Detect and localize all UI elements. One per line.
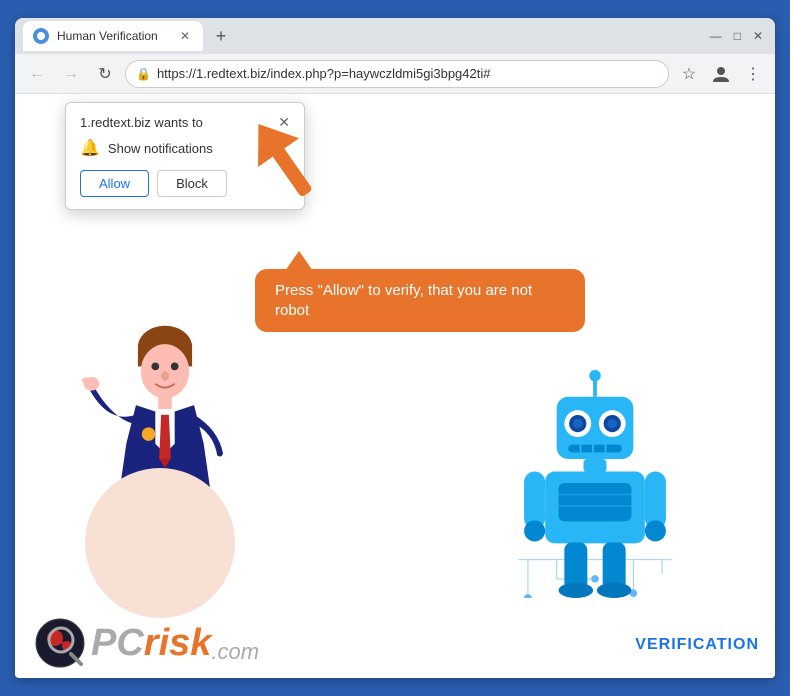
active-tab[interactable]: Human Verification ✕ [23, 21, 203, 51]
profile-icon [711, 64, 731, 84]
pcrisk-icon-svg [35, 618, 85, 668]
title-bar: Human Verification ✕ + — □ ✕ [15, 18, 775, 54]
menu-button[interactable]: ⋮ [739, 60, 767, 88]
back-button[interactable]: ← [23, 60, 51, 88]
dotcom-text: .com [211, 639, 259, 664]
pc-text: PC [91, 622, 144, 664]
tab-title: Human Verification [57, 29, 158, 43]
tab-close-button[interactable]: ✕ [177, 28, 193, 44]
bookmark-button[interactable]: ☆ [675, 60, 703, 88]
allow-button[interactable]: Allow [80, 170, 149, 197]
tab-favicon [33, 28, 49, 44]
profile-button[interactable] [707, 60, 735, 88]
notif-title: 1.redtext.biz wants to [80, 115, 203, 130]
address-bar: ← → ↻ 🔒 https://1.redtext.biz/index.php?… [15, 54, 775, 94]
person-background-circle [85, 468, 235, 618]
maximize-button[interactable]: □ [734, 29, 741, 43]
refresh-button[interactable]: ↻ [91, 60, 119, 88]
speech-text: Press "Allow" to verify, that you are no… [275, 282, 532, 319]
risk-text: risk [144, 622, 212, 664]
bell-icon: 🔔 [80, 138, 100, 158]
verification-label: VERIFICATION [635, 636, 759, 654]
block-button[interactable]: Block [157, 170, 227, 197]
robot-svg [515, 368, 675, 598]
lock-icon: 🔒 [136, 67, 151, 81]
url-text: https://1.redtext.biz/index.php?p=haywcz… [157, 66, 491, 81]
robot-illustration [515, 368, 675, 598]
forward-button[interactable]: → [57, 60, 85, 88]
orange-arrow [245, 114, 335, 229]
pcrisk-text: PCrisk.com [91, 622, 259, 665]
person-illustration [75, 318, 255, 618]
url-bar[interactable]: 🔒 https://1.redtext.biz/index.php?p=hayw… [125, 60, 669, 88]
window-controls: — □ ✕ [710, 29, 767, 43]
notif-show-label: Show notifications [108, 141, 213, 156]
address-actions: ☆ ⋮ [675, 60, 767, 88]
minimize-button[interactable]: — [710, 29, 722, 43]
speech-bubble: Press "Allow" to verify, that you are no… [255, 269, 585, 332]
page-content: 1.redtext.biz wants to ✕ 🔔 Show notifica… [15, 94, 775, 678]
close-button[interactable]: ✕ [753, 29, 763, 43]
pcrisk-logo: PCrisk.com [35, 618, 259, 668]
new-tab-button[interactable]: + [207, 22, 235, 50]
browser-window: Human Verification ✕ + — □ ✕ ← → ↻ 🔒 htt… [15, 18, 775, 678]
